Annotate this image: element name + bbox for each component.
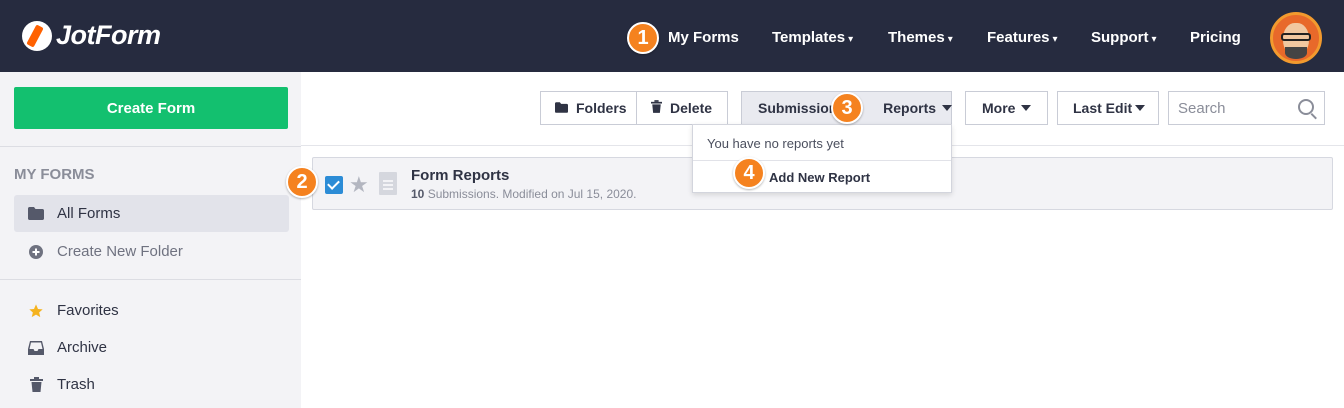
sort-button-label: Last Edit (1073, 100, 1133, 116)
chevron-down-icon: ▾ (947, 34, 953, 45)
more-button-label: More (982, 100, 1016, 116)
caret-down-icon (1135, 105, 1146, 111)
sidebar-item-label: Trash (57, 376, 95, 393)
delete-button[interactable]: Delete (636, 91, 728, 125)
nav-themes-label: Themes (888, 29, 945, 46)
avatar-glasses (1281, 33, 1311, 41)
caret-down-icon (942, 105, 953, 111)
sidebar-divider (0, 279, 301, 280)
reports-dropdown-menu: You have no reports yet Add New Report (692, 124, 952, 193)
nav-templates-label: Templates (772, 29, 846, 46)
jotform-logo-icon (22, 20, 52, 51)
star-icon[interactable]: ★ (349, 172, 369, 198)
sidebar-item-label: Create New Folder (57, 243, 183, 260)
form-meta-text: Submissions. Modified on Jul 15, 2020. (424, 187, 637, 201)
trash-icon (651, 100, 662, 116)
search-box[interactable] (1168, 91, 1325, 125)
sidebar-item-label: Favorites (57, 302, 119, 319)
plus-circle-icon (28, 244, 44, 260)
sidebar-section-title: MY FORMS (14, 166, 95, 183)
form-document-icon (379, 172, 397, 195)
form-title[interactable]: Form Reports (411, 167, 509, 184)
caret-down-icon (1021, 105, 1032, 111)
step-badge-2: 2 (286, 166, 318, 198)
sidebar-item-archive[interactable]: Archive (14, 329, 289, 366)
trash-icon (28, 377, 44, 393)
nav-pricing[interactable]: Pricing (1190, 29, 1241, 46)
sidebar-item-create-folder[interactable]: Create New Folder (14, 233, 289, 270)
search-icon[interactable] (1298, 99, 1314, 115)
reports-label: Reports (883, 100, 937, 116)
nav-templates[interactable]: Templates ▾ (772, 29, 853, 46)
more-button[interactable]: More (965, 91, 1048, 125)
nav-my-forms[interactable]: My Forms (668, 29, 739, 46)
dropdown-divider (693, 160, 951, 161)
sidebar-item-label: Archive (57, 339, 108, 356)
avatar-beard (1285, 47, 1307, 59)
step-badge-3: 3 (831, 92, 863, 124)
nav-support-label: Support (1091, 29, 1149, 46)
top-navbar: JotForm My Forms Templates ▾ Themes ▾ Feat… (0, 0, 1344, 72)
form-select-checkbox[interactable] (325, 176, 343, 194)
folders-button[interactable]: Folders (540, 91, 637, 125)
sidebar-item-favorites[interactable]: Favorites (14, 292, 289, 329)
sort-last-edit-button[interactable]: Last Edit (1057, 91, 1159, 125)
nav-features[interactable]: Features ▾ (987, 29, 1058, 46)
create-form-button[interactable]: Create Form (14, 87, 288, 129)
sidebar-item-trash[interactable]: Trash (14, 366, 289, 403)
sidebar-item-all-forms[interactable]: All Forms (14, 195, 289, 232)
delete-button-label: Delete (670, 100, 713, 116)
folder-icon (555, 101, 568, 116)
chevron-down-icon: ▾ (1151, 34, 1157, 45)
folder-icon (28, 206, 44, 222)
step-badge-1: 1 (627, 22, 659, 54)
brand-name: JotForm (56, 20, 161, 50)
step-badge-4: 4 (733, 157, 765, 189)
user-avatar[interactable] (1270, 12, 1322, 64)
nav-features-label: Features (987, 29, 1050, 46)
add-new-report-menu-item[interactable]: Add New Report (769, 170, 870, 185)
inbox-icon (28, 340, 44, 356)
submission-count: 10 (411, 187, 425, 201)
folders-button-label: Folders (576, 100, 627, 116)
no-reports-message: You have no reports yet (707, 136, 844, 151)
search-input[interactable] (1169, 92, 1289, 124)
nav-support[interactable]: Support ▾ (1091, 29, 1157, 46)
star-icon (28, 303, 44, 319)
chevron-down-icon: ▾ (848, 34, 854, 45)
form-meta: 10 Submissions. Modified on Jul 15, 2020… (411, 187, 636, 201)
sidebar-item-label: All Forms (57, 205, 121, 222)
jotform-logo[interactable]: JotForm (22, 20, 161, 51)
chevron-down-icon: ▾ (1052, 34, 1058, 45)
sidebar-divider (0, 146, 301, 147)
nav-themes[interactable]: Themes ▾ (888, 29, 953, 46)
sidebar: Create Form MY FORMS All Forms Create Ne… (0, 72, 301, 408)
